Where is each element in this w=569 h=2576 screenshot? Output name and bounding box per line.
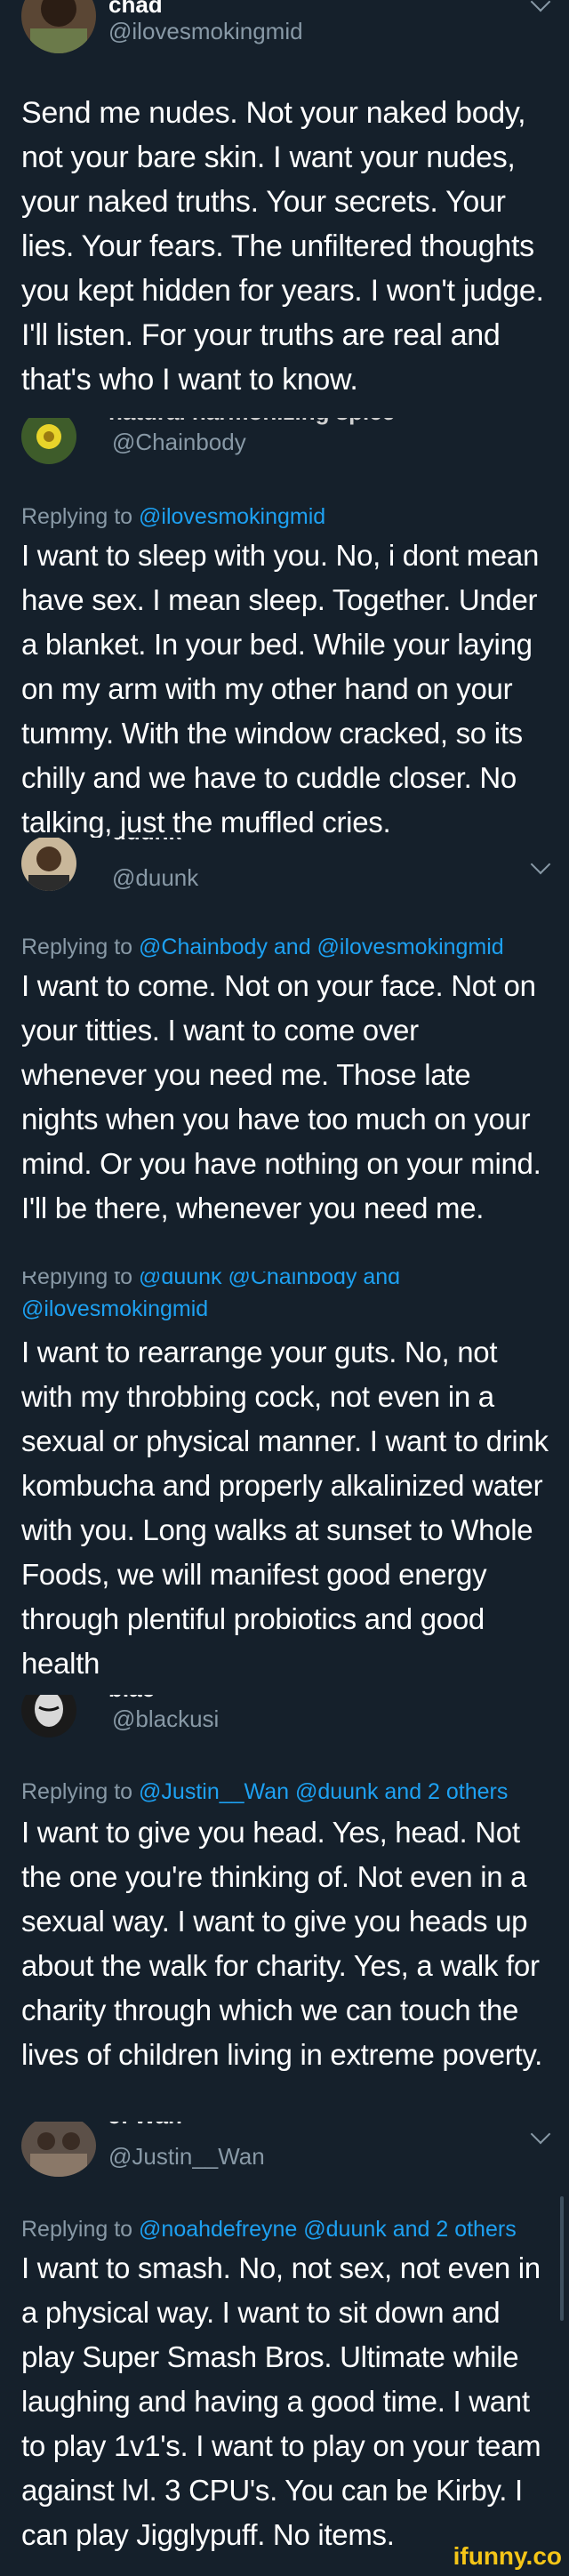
tweet-text: Send me nudes. Not your naked body, not …	[21, 96, 544, 397]
avatar[interactable]	[21, 2122, 96, 2177]
tweet-text: I want to come. Not on your face. Not on…	[21, 969, 541, 1224]
author-handle[interactable]: @duunk	[112, 864, 198, 892]
tweet-text: I want to rearrange your guts. No, not w…	[21, 1336, 549, 1680]
replying-to-label: Replying to	[21, 1272, 133, 1289]
tweet-4[interactable]: Replying to @duunk @Chainbody and @ilove…	[0, 1272, 569, 1695]
scrollbar[interactable]	[560, 2196, 564, 2321]
avatar[interactable]	[21, 0, 96, 53]
tweet-text: I want to smash. No, not sex, not even i…	[21, 2251, 541, 2551]
reply-context: Replying to @ilovesmokingmid	[21, 502, 548, 532]
reply-context: Replying to @Chainbody and @ilovesmoking…	[21, 932, 548, 962]
chevron-down-icon[interactable]	[530, 2123, 551, 2145]
author-name[interactable]: blac	[108, 1695, 155, 1703]
reply-mention-link[interactable]: @ilovesmokingmid	[139, 504, 325, 529]
chevron-down-icon[interactable]	[530, 854, 551, 875]
avatar[interactable]	[21, 1695, 76, 1737]
avatar[interactable]	[21, 418, 76, 464]
tweet-3[interactable]: duunk @duunk Replying to @Chainbody and …	[0, 838, 569, 1272]
reply-context: Replying to @duunk @Chainbody and @ilove…	[21, 1272, 548, 1325]
replying-to-label: Replying to	[21, 1779, 133, 1804]
reply-context: Replying to @Justin__Wan @duunk and 2 ot…	[21, 1777, 548, 1807]
ifunny-watermark: ifunny.co	[453, 2542, 562, 2570]
avatar[interactable]	[21, 838, 76, 891]
reply-mention-link[interactable]: @Justin__Wan @duunk and 2 others	[139, 1779, 508, 1804]
author-handle[interactable]: @ilovesmokingmid	[108, 18, 303, 45]
tweet-5[interactable]: blac @blackusi Replying to @Justin__Wan …	[0, 1695, 569, 2122]
author-handle[interactable]: @Justin__Wan	[108, 2143, 265, 2171]
replying-to-label: Replying to	[21, 2217, 133, 2242]
reply-context: Replying to @noahdefreyne @duunk and 2 o…	[21, 2214, 548, 2244]
author-handle[interactable]: @blackusi	[112, 1705, 219, 1733]
author-name[interactable]: duunk	[112, 838, 181, 846]
tweet-1[interactable]: chad @ilovesmokingmid Send me nudes. Not…	[0, 0, 569, 418]
reply-mention-link[interactable]: @Chainbody and @ilovesmokingmid	[139, 935, 504, 959]
tweet-text: I want to give you head. Yes, head. Not …	[21, 1816, 542, 2071]
tweet-text: I want to sleep with you. No, i dont mea…	[21, 539, 540, 838]
replying-to-label: Replying to	[21, 504, 133, 529]
author-name[interactable]: J. Wan	[108, 2122, 182, 2130]
chevron-down-icon[interactable]	[530, 0, 551, 12]
reply-mention-link[interactable]: @noahdefreyne @duunk and 2 others	[139, 2217, 517, 2242]
tweet-6[interactable]: J. Wan @Justin__Wan Replying to @noahdef…	[0, 2122, 569, 2576]
author-name[interactable]: chad	[108, 0, 163, 19]
author-handle[interactable]: @Chainbody	[112, 429, 246, 456]
author-name[interactable]: natural harmonizing spice	[108, 418, 395, 426]
replying-to-label: Replying to	[21, 935, 133, 959]
tweet-2[interactable]: natural harmonizing spice @Chainbody Rep…	[0, 418, 569, 838]
